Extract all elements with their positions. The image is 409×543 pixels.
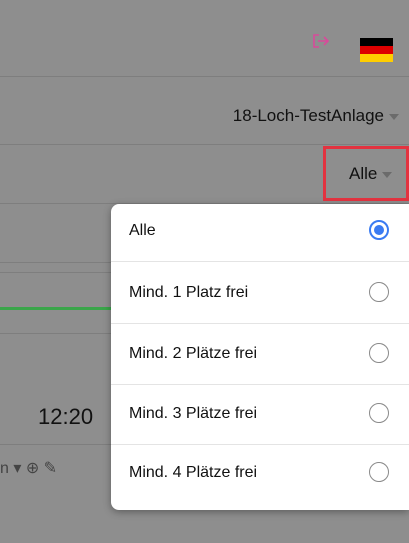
dropdown-option-min-1[interactable]: Mind. 1 Platz frei	[111, 266, 409, 324]
dropdown-option-min-3[interactable]: Mind. 3 Plätze frei	[111, 387, 409, 445]
option-label: Mind. 3 Plätze frei	[129, 405, 258, 422]
availability-dropdown: Alle Mind. 1 Platz frei Mind. 2 Plätze f…	[111, 204, 409, 510]
radio-unselected[interactable]	[369, 462, 389, 482]
divider	[0, 76, 409, 77]
option-label: Mind. 2 Plätze frei	[129, 345, 258, 362]
chevron-down-icon	[382, 171, 393, 178]
dropdown-option-min-2[interactable]: Mind. 2 Plätze frei	[111, 327, 409, 385]
logout-icon[interactable]	[312, 33, 330, 49]
dropdown-option-alle[interactable]: Alle	[111, 204, 409, 262]
course-selector-value: 18-Loch-TestAnlage	[232, 106, 384, 125]
availability-filter-value: Alle	[349, 164, 378, 183]
slot-tools[interactable]: n ▾ ⊕ ✎	[0, 458, 57, 478]
chevron-down-icon	[389, 113, 399, 120]
top-bar	[0, 0, 409, 76]
germany-flag-icon[interactable]	[360, 38, 393, 62]
course-selector[interactable]: 18-Loch-TestAnlage	[233, 106, 399, 126]
tee-time: 12:20	[38, 404, 94, 429]
divider	[0, 144, 409, 145]
radio-unselected[interactable]	[369, 403, 389, 423]
radio-selected[interactable]	[369, 220, 389, 240]
option-label: Mind. 1 Platz frei	[129, 284, 249, 301]
option-label: Mind. 4 Plätze frei	[129, 464, 258, 481]
option-label: Alle	[129, 222, 156, 239]
radio-unselected[interactable]	[369, 282, 389, 302]
radio-unselected[interactable]	[369, 343, 389, 363]
dropdown-option-min-4[interactable]: Mind. 4 Plätze frei	[111, 446, 409, 503]
availability-progress-bar	[0, 307, 115, 310]
availability-filter[interactable]: Alle	[349, 164, 393, 184]
